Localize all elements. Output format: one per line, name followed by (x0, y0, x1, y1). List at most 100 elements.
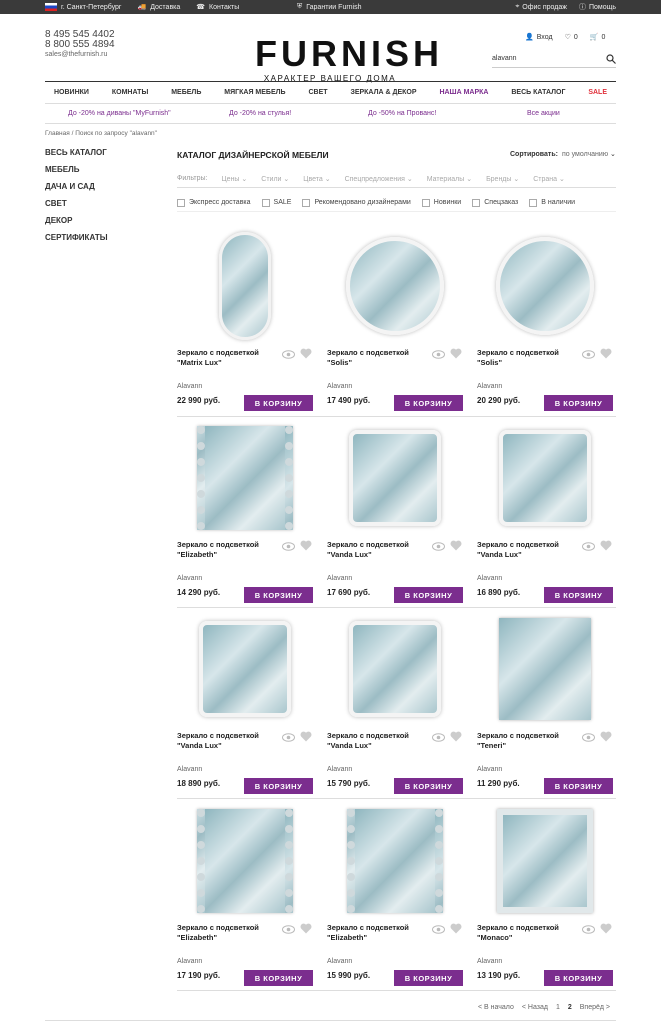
product-card[interactable]: Зеркало с подсветкой "Elizabeth" Alavann 1… (177, 803, 313, 986)
nav-rooms[interactable]: КОМНАТЫ (112, 89, 148, 96)
nav-furniture[interactable]: МЕБЕЛЬ (171, 89, 201, 96)
favorites-link[interactable]: ♡ 0 (565, 33, 578, 42)
eye-icon[interactable] (282, 350, 295, 359)
search-icon[interactable] (606, 53, 616, 64)
product-card[interactable]: Зеркало с подсветкой "Elizabeth" Alavann 1… (177, 420, 313, 603)
product-card[interactable]: Зеркало с подсветкой "Matrix Lux" Alavann… (177, 228, 313, 411)
guarantee-link[interactable]: ⛨ Гарантии Furnish (297, 0, 362, 14)
sidebar-item-catalog[interactable]: ВЕСЬ КАТАЛОГ (45, 148, 108, 157)
eye-icon[interactable] (432, 733, 445, 742)
nav-our-brand[interactable]: НАША МАРКА (439, 89, 488, 96)
sidebar-item-light[interactable]: СВЕТ (45, 199, 108, 208)
nav-sale[interactable]: SALE (588, 89, 607, 96)
delivery-link[interactable]: 🚚 Доставка (138, 3, 181, 12)
eye-icon[interactable] (432, 542, 445, 551)
filter-special[interactable]: Спецпредложения ⌄ (345, 175, 413, 183)
checkbox[interactable] (261, 198, 270, 207)
add-to-cart-button[interactable]: В КОРЗИНУ (244, 970, 313, 986)
heart-icon[interactable] (300, 923, 312, 934)
check-sale[interactable]: SALE (261, 198, 291, 207)
logo[interactable]: FURNISH ХАРАКТЕР ВАШЕГО ДОМА (255, 36, 439, 84)
nav-light[interactable]: СВЕТ (308, 89, 327, 96)
checkbox[interactable] (529, 198, 538, 207)
product-image[interactable] (477, 611, 613, 727)
check-express[interactable]: Экспресс доставка (177, 198, 251, 207)
product-image[interactable] (327, 420, 463, 536)
checkbox[interactable] (177, 198, 185, 207)
add-to-cart-button[interactable]: В КОРЗИНУ (544, 587, 613, 603)
eye-icon[interactable] (582, 350, 595, 359)
filter-price[interactable]: Цены ⌄ (222, 175, 248, 183)
product-name[interactable]: Зеркало с подсветкой "Teneri" (477, 731, 577, 751)
filter-color[interactable]: Цвета ⌄ (303, 175, 330, 183)
product-image[interactable] (177, 228, 313, 344)
filter-country[interactable]: Страна ⌄ (533, 175, 565, 183)
pager-page-2[interactable]: 2 (568, 1004, 572, 1011)
filter-material[interactable]: Материалы ⌄ (427, 175, 472, 183)
add-to-cart-button[interactable]: В КОРЗИНУ (544, 778, 613, 794)
heart-icon[interactable] (600, 348, 612, 359)
product-name[interactable]: Зеркало с подсветкой "Solis" (327, 348, 427, 368)
search-box[interactable]: alavann (492, 50, 616, 68)
nav-catalog[interactable]: ВЕСЬ КАТАЛОГ (511, 89, 565, 96)
pager-page-1[interactable]: 1 (556, 1004, 560, 1011)
add-to-cart-button[interactable]: В КОРЗИНУ (394, 778, 463, 794)
add-to-cart-button[interactable]: В КОРЗИНУ (244, 778, 313, 794)
heart-icon[interactable] (600, 540, 612, 551)
checkbox[interactable] (472, 198, 481, 207)
promo-chairs[interactable]: До -20% на стулья! (229, 110, 291, 117)
heart-icon[interactable] (300, 348, 312, 359)
product-image[interactable] (327, 803, 463, 919)
sort-select[interactable]: Сортировать: по умолчанию ⌄ (510, 150, 616, 158)
product-card[interactable]: Зеркало с подсветкой "Vanda Lux" Alavann 1… (177, 611, 313, 794)
sidebar-item-furniture[interactable]: МЕБЕЛЬ (45, 165, 108, 174)
sidebar-item-decor[interactable]: ДЕКОР (45, 216, 108, 225)
sidebar-item-garden[interactable]: ДАЧА И САД (45, 182, 108, 191)
phone-2[interactable]: 8 800 555 4894 (45, 40, 115, 50)
office-link[interactable]: ⌖ Офис продаж (515, 2, 567, 12)
product-image[interactable] (477, 228, 613, 344)
product-image[interactable] (477, 803, 613, 919)
product-name[interactable]: Зеркало с подсветкой "Elizabeth" (177, 540, 277, 560)
add-to-cart-button[interactable]: В КОРЗИНУ (394, 395, 463, 411)
pager-first[interactable]: < В начало (478, 1004, 514, 1011)
product-name[interactable]: Зеркало с подсветкой "Vanda Lux" (327, 540, 427, 560)
nav-mirrors-decor[interactable]: ЗЕРКАЛА & ДЕКОР (350, 89, 416, 96)
eye-icon[interactable] (282, 542, 295, 551)
add-to-cart-button[interactable]: В КОРЗИНУ (394, 970, 463, 986)
promo-sofas[interactable]: До -20% на диваны "MyFurnish" (68, 110, 171, 117)
product-image[interactable] (327, 228, 463, 344)
add-to-cart-button[interactable]: В КОРЗИНУ (394, 587, 463, 603)
product-card[interactable]: Зеркало с подсветкой "Teneri" Alavann 11 2… (477, 611, 613, 794)
add-to-cart-button[interactable]: В КОРЗИНУ (544, 395, 613, 411)
add-to-cart-button[interactable]: В КОРЗИНУ (244, 395, 313, 411)
heart-icon[interactable] (300, 540, 312, 551)
email-link[interactable]: sales@thefurnish.ru (45, 50, 115, 60)
heart-icon[interactable] (600, 923, 612, 934)
product-name[interactable]: Зеркало с подсветкой "Vanda Lux" (327, 731, 427, 751)
sidebar-item-certificates[interactable]: СЕРТИФИКАТЫ (45, 233, 108, 242)
breadcrumb-home[interactable]: Главная (45, 130, 70, 137)
check-in-stock[interactable]: В наличии (529, 198, 575, 207)
eye-icon[interactable] (582, 925, 595, 934)
heart-icon[interactable] (600, 731, 612, 742)
product-card[interactable]: Зеркало с подсветкой "Vanda Lux" Alavann 1… (327, 420, 463, 603)
checkbox[interactable] (302, 198, 311, 207)
eye-icon[interactable] (582, 733, 595, 742)
product-name[interactable]: Зеркало с подсветкой "Matrix Lux" (177, 348, 277, 368)
product-card[interactable]: Зеркало с подсветкой "Monaco" Alavann 13 1… (477, 803, 613, 986)
add-to-cart-button[interactable]: В КОРЗИНУ (544, 970, 613, 986)
product-name[interactable]: Зеркало с подсветкой "Vanda Lux" (177, 731, 277, 751)
pager-next[interactable]: Вперёд > (580, 1004, 610, 1011)
heart-icon[interactable] (450, 348, 462, 359)
heart-icon[interactable] (450, 731, 462, 742)
add-to-cart-button[interactable]: В КОРЗИНУ (244, 587, 313, 603)
search-input[interactable]: alavann (492, 55, 606, 62)
product-image[interactable] (327, 611, 463, 727)
product-card[interactable]: Зеркало с подсветкой "Elizabeth" Alavann 1… (327, 803, 463, 986)
eye-icon[interactable] (282, 733, 295, 742)
product-image[interactable] (177, 611, 313, 727)
eye-icon[interactable] (282, 925, 295, 934)
eye-icon[interactable] (582, 542, 595, 551)
check-new[interactable]: Новинки (421, 198, 461, 207)
